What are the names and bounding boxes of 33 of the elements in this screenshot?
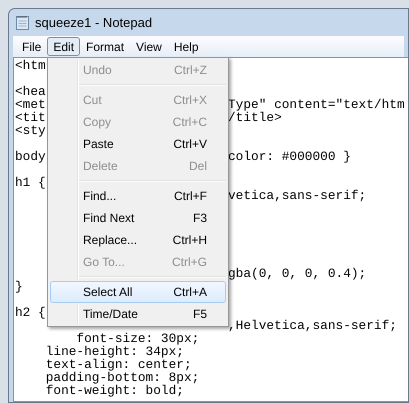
menu-bar-item[interactable]: File [16,37,48,56]
menu-item[interactable]: Find Next F3 [50,207,226,229]
code-text: ,Helvetica,sans-serif; [228,319,397,332]
code-text: } [15,279,23,294]
menu-item[interactable]: Replace... Ctrl+H [50,229,226,251]
menu-bar-item[interactable]: Format [80,37,130,56]
code-text: padding-bottom: 8px; [44,370,200,385]
code-text: <met [15,97,46,112]
code-text: body [15,149,46,164]
window-title: squeeze1 - Notepad [35,14,152,32]
code-text: h1 { [15,175,46,190]
menu-item[interactable]: Time/Date F5 [50,303,226,325]
menu-item[interactable]: Paste Ctrl+V [50,133,226,155]
code-text: text-align: center; [44,357,192,372]
code-text: /title> [228,111,282,124]
menu-bar-item[interactable]: Edit [47,37,80,56]
menu-item[interactable]: Select All Ctrl+A [50,281,226,303]
code-text: <htm [15,58,46,73]
menu-bar-item[interactable]: View [130,37,168,56]
menu-bar-item[interactable]: Help [168,37,205,56]
code-text: <sty [15,123,46,138]
code-text: vetica,sans-serif; [228,189,366,202]
code-text: gba(0, 0, 0, 0.4); [228,267,366,280]
code-text: font-weight: bold; [44,383,184,398]
code-text: font-size: 30px; [76,331,200,346]
notepad-icon [16,15,29,30]
code-text: <tit [15,110,46,125]
code-text: Type" content="text/htm [228,98,405,111]
code-text: line-height: 34px; [44,344,184,359]
code-text: h2 { [15,305,46,320]
code-text: color: #000000 } [228,150,351,163]
code-text: <hea [15,84,46,99]
menu-item[interactable]: Find... Ctrl+F [50,185,226,207]
